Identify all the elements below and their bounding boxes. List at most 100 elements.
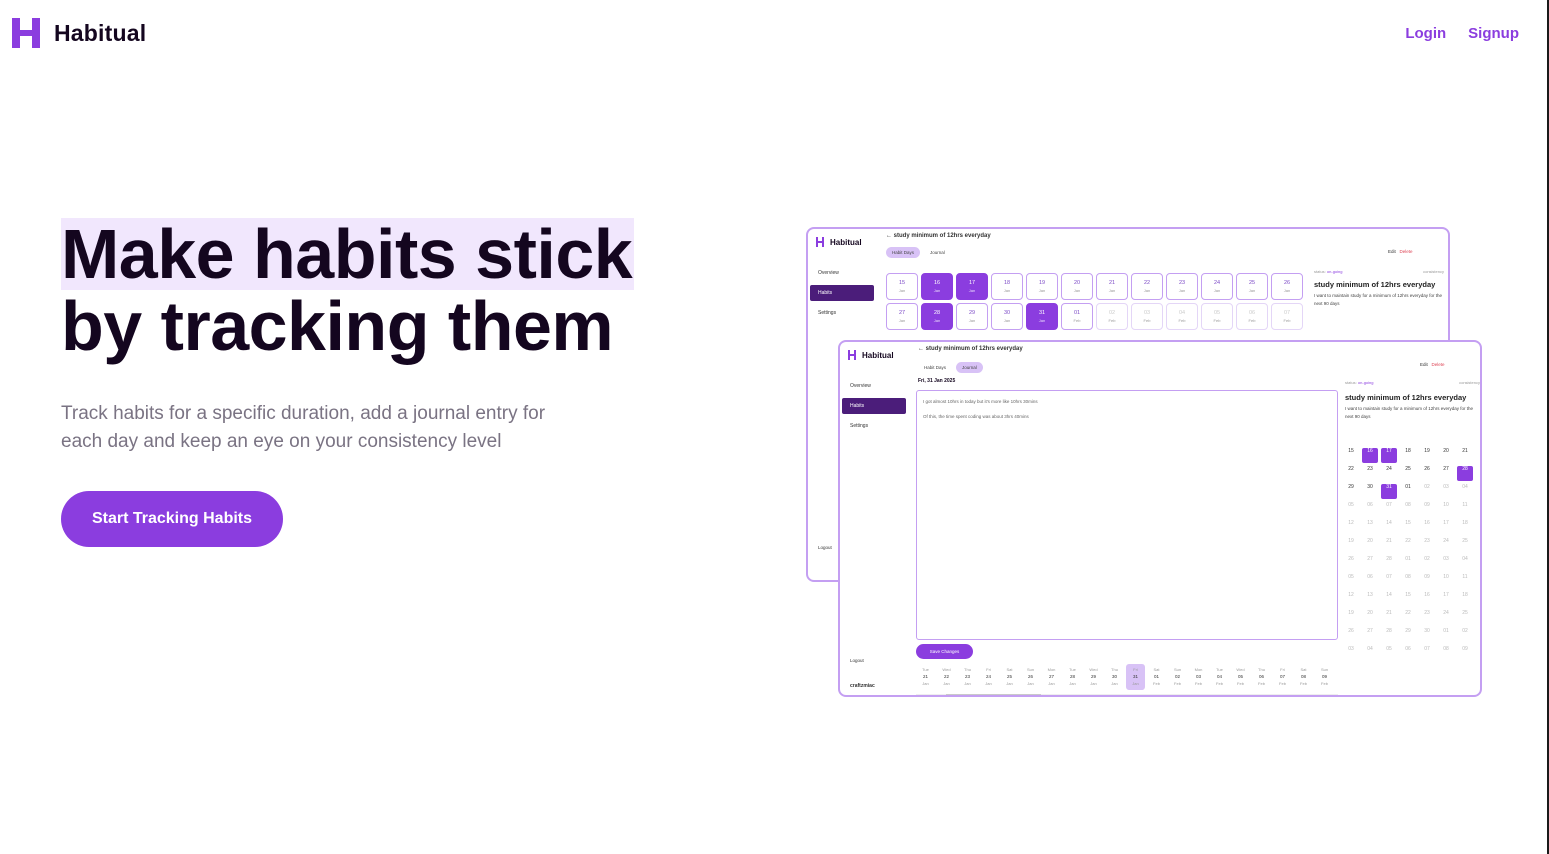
preview-day-month: Jan xyxy=(1073,288,1081,293)
preview-day-cell: 07 Feb xyxy=(1271,303,1303,330)
preview2-strip-month: Feb xyxy=(1195,681,1202,686)
hero-section: Make habits stick by tracking them Track… xyxy=(61,218,701,547)
preview-habit-title-text: study minimum of 12hrs everyday xyxy=(893,233,991,239)
preview2-strip-month: Feb xyxy=(1279,681,1286,686)
preview2-date: Fri, 31 Jan 2025 xyxy=(918,378,956,384)
preview2-mini-day: 30 xyxy=(1424,628,1430,634)
preview2-journal-line2: Of this, the time spent coding was about… xyxy=(923,414,1029,419)
preview-day-number: 30 xyxy=(1003,310,1011,316)
preview2-strip-date: 04 xyxy=(1216,674,1222,679)
preview-day-cell: 02 Feb xyxy=(1096,303,1128,330)
preview2-scrollbar xyxy=(916,694,1338,695)
preview-day-cell: 30 Jan xyxy=(991,303,1023,330)
preview2-strip-weekday: Thu xyxy=(964,667,971,672)
preview2-strip-month: Feb xyxy=(1321,681,1328,686)
preview-brand: Habitual xyxy=(816,237,862,247)
preview2-edit: Edit xyxy=(1420,362,1428,367)
preview-day-month: Jan xyxy=(1213,288,1221,293)
preview-day-month: Feb xyxy=(1283,318,1291,323)
preview2-mini-day: 20 xyxy=(1443,448,1449,454)
preview2-mini-day: 16 xyxy=(1362,448,1378,463)
preview-day-cell: 03 Feb xyxy=(1131,303,1163,330)
preview2-habit-title-text: study minimum of 12hrs everyday xyxy=(925,346,1023,352)
start-tracking-button[interactable]: Start Tracking Habits xyxy=(61,491,283,547)
preview2-strip-weekday: Tue xyxy=(1216,667,1223,672)
preview2-save-button: Save Changes xyxy=(916,644,973,659)
preview2-journal-line1: I got almost 10hrs in today but it's mor… xyxy=(923,399,1038,404)
preview-day-cell: 29 Jan xyxy=(956,303,988,330)
preview2-mini-day: 15 xyxy=(1348,448,1354,454)
brand-logo[interactable]: Habitual xyxy=(12,18,146,48)
preview2-strip-date: 21 xyxy=(922,674,928,679)
preview2-mini-day: 05 xyxy=(1386,646,1392,652)
preview-day-number: 31 xyxy=(1038,310,1046,316)
preview-day-month: Feb xyxy=(1213,318,1221,323)
preview2-strip-month: Jan xyxy=(1111,681,1118,686)
preview-day-number: 26 xyxy=(1283,280,1291,286)
preview2-mini-day: 27 xyxy=(1443,466,1449,472)
preview2-logout: Logout xyxy=(850,657,864,663)
preview2-strip-month: Feb xyxy=(1153,681,1160,686)
preview2-strip-weekday: Sun xyxy=(1320,667,1329,672)
preview2-mini-day: 28 xyxy=(1386,628,1392,634)
preview2-mini-day: 29 xyxy=(1405,628,1411,634)
preview2-mini-day: 21 xyxy=(1386,538,1392,544)
preview2-strip-month: Jan xyxy=(964,681,971,686)
preview-day-month: Feb xyxy=(1248,318,1256,323)
preview2-mini-day: 08 xyxy=(1443,646,1449,652)
preview-description: I want to maintain study for a minimum o… xyxy=(1314,293,1443,306)
preview2-mini-day: 17 xyxy=(1381,448,1397,463)
preview-day-number: 05 xyxy=(1213,310,1221,316)
preview2-mini-day: 26 xyxy=(1348,556,1354,562)
preview2-mini-day: 18 xyxy=(1462,592,1468,598)
preview2-mini-day: 31 xyxy=(1381,484,1397,499)
preview-nav-overview: Overview xyxy=(818,270,839,276)
preview2-actions: Edit Delete xyxy=(1420,362,1445,367)
brand-name: Habitual xyxy=(54,19,147,46)
preview2-mini-day: 24 xyxy=(1443,610,1449,616)
preview2-strip-weekday: Wed xyxy=(1236,667,1245,672)
preview2-strip-weekday: Sun xyxy=(1026,667,1035,672)
preview2-strip-day: Tue 21 Jan xyxy=(916,664,935,690)
preview2-mini-day: 01 xyxy=(1405,484,1411,490)
preview2-mini-day: 02 xyxy=(1462,628,1468,634)
preview2-tabs: Habit Days Journal xyxy=(918,362,983,373)
login-link[interactable]: Login xyxy=(1405,25,1446,42)
preview2-strip-day: Wed 05 Feb xyxy=(1231,664,1250,690)
preview2-mini-day: 23 xyxy=(1424,610,1430,616)
preview2-mini-day: 26 xyxy=(1348,628,1354,634)
preview2-mini-day: 22 xyxy=(1405,538,1411,544)
preview2-strip-date: 28 xyxy=(1069,674,1075,679)
preview2-mini-day: 07 xyxy=(1424,646,1430,652)
preview2-mini-day: 12 xyxy=(1348,592,1354,598)
preview-status-label: status: xyxy=(1314,269,1326,274)
preview2-habit-info: status: on-going consistency study minim… xyxy=(1345,380,1480,421)
preview2-strip-month: Feb xyxy=(1258,681,1265,686)
preview2-strip-month: Feb xyxy=(1216,681,1223,686)
preview2-mini-day: 07 xyxy=(1386,574,1392,580)
preview-day-cell: 21 Jan xyxy=(1096,273,1128,300)
preview2-mini-day: 15 xyxy=(1405,520,1411,526)
preview2-mini-day: 05 xyxy=(1348,574,1354,580)
preview2-strip-date: 25 xyxy=(1006,674,1012,679)
preview2-mini-day: 17 xyxy=(1443,592,1449,598)
preview2-strip-weekday: Wed xyxy=(1089,667,1098,672)
preview2-strip-day: Sun 02 Feb xyxy=(1168,664,1187,690)
preview2-mini-day: 27 xyxy=(1367,628,1373,634)
preview-day-month: Jan xyxy=(898,288,906,293)
preview-day-cell: 28 Jan xyxy=(921,303,953,330)
hero-heading: Make habits stick by tracking them xyxy=(61,218,701,362)
h-logo-icon xyxy=(12,18,40,48)
preview2-mini-day: 04 xyxy=(1462,484,1468,490)
signup-link[interactable]: Signup xyxy=(1468,25,1519,42)
preview2-mini-day: 29 xyxy=(1348,484,1354,490)
preview-day-number: 22 xyxy=(1143,280,1151,286)
preview2-mini-day: 02 xyxy=(1424,556,1430,562)
preview2-mini-day: 24 xyxy=(1443,538,1449,544)
preview2-strip-weekday: Fri xyxy=(986,667,991,672)
preview2-mini-day: 09 xyxy=(1424,574,1430,580)
preview2-mini-day: 12 xyxy=(1348,520,1354,526)
preview-nav-settings: Settings xyxy=(818,310,837,316)
preview2-mini-day: 22 xyxy=(1348,466,1354,472)
preview2-strip-weekday: Wed xyxy=(942,667,951,672)
